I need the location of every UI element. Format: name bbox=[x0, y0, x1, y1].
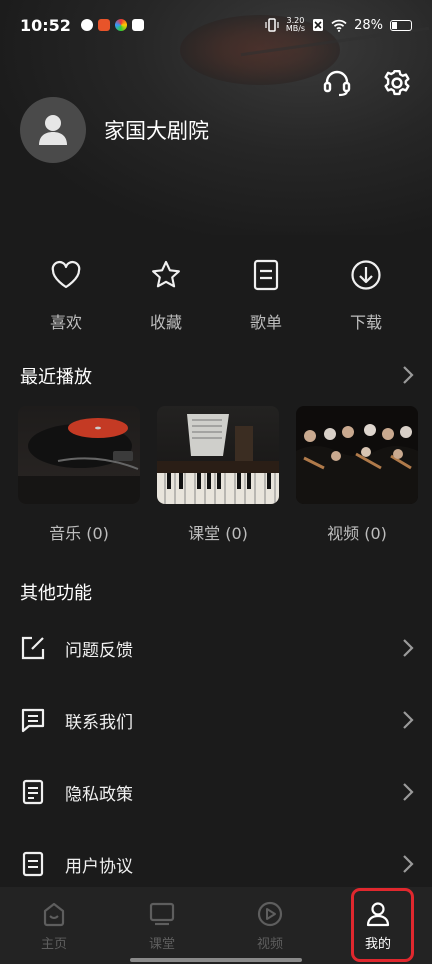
quick-action-like[interactable]: 喜欢 bbox=[16, 255, 116, 333]
menu-item-privacy[interactable]: 隐私政策 bbox=[0, 756, 432, 828]
app-notification-icon bbox=[97, 19, 110, 31]
app-notification-icon bbox=[80, 19, 93, 31]
message-notification-icon bbox=[131, 19, 144, 31]
recent-item-label: 视频 (0) bbox=[327, 524, 387, 543]
quick-action-playlist[interactable]: 歌单 bbox=[216, 255, 316, 333]
chevron-right-icon bbox=[403, 855, 414, 873]
headset-icon bbox=[323, 70, 351, 97]
play-icon bbox=[257, 901, 283, 927]
app-notification-icon bbox=[114, 19, 127, 31]
status-time: 10:52 bbox=[20, 15, 71, 35]
no-sim-icon bbox=[313, 19, 324, 31]
recent-item-label: 课堂 (0) bbox=[188, 524, 248, 543]
customer-service-button[interactable] bbox=[320, 66, 354, 100]
battery-percent: 28% bbox=[354, 17, 383, 33]
net-speed-unit: MB/s bbox=[285, 24, 306, 33]
user-profile[interactable]: 家国大剧院 bbox=[20, 97, 209, 163]
home-icon bbox=[43, 902, 65, 927]
recent-class-card[interactable]: 课堂 (0) bbox=[157, 406, 279, 544]
quick-action-download[interactable]: 下载 bbox=[316, 255, 416, 333]
tab-video[interactable]: 视频 bbox=[216, 887, 324, 964]
quick-actions: 喜欢 收藏 歌单 下载 bbox=[0, 255, 432, 333]
tab-label: 视频 bbox=[256, 937, 283, 952]
recent-music-card[interactable]: 音乐 (0) bbox=[18, 406, 140, 544]
orchestra-image bbox=[296, 424, 418, 504]
recent-list: 音乐 (0) 课堂 (0) 视频 (0) bbox=[18, 406, 418, 544]
battery-icon bbox=[390, 19, 412, 31]
settings-button[interactable] bbox=[380, 66, 414, 100]
chevron-right-icon bbox=[403, 639, 414, 657]
playlist-icon bbox=[253, 259, 279, 291]
feedback-icon bbox=[21, 636, 45, 660]
home-indicator[interactable] bbox=[130, 958, 302, 962]
status-bar: 10:52 3.20 MB/s 28% bbox=[0, 0, 432, 50]
quick-action-favorite[interactable]: 收藏 bbox=[116, 255, 216, 333]
recent-item-label: 音乐 (0) bbox=[49, 524, 109, 543]
document-icon bbox=[22, 779, 44, 805]
chevron-right-icon bbox=[403, 783, 414, 801]
chevron-right-icon[interactable] bbox=[402, 365, 414, 385]
other-section-title: 其他功能 bbox=[20, 583, 92, 604]
menu-item-label: 问题反馈 bbox=[65, 640, 133, 661]
menu-item-contact[interactable]: 联系我们 bbox=[0, 684, 432, 756]
piano-image bbox=[157, 414, 279, 504]
agreement-icon bbox=[22, 851, 44, 877]
tab-class[interactable]: 课堂 bbox=[108, 887, 216, 964]
avatar[interactable] bbox=[20, 97, 86, 163]
heart-icon bbox=[51, 260, 81, 289]
tab-label: 主页 bbox=[40, 937, 67, 952]
notification-icons bbox=[80, 19, 144, 31]
vibrate-icon bbox=[265, 18, 279, 32]
person-icon bbox=[39, 115, 67, 145]
menu-item-label: 隐私政策 bbox=[65, 784, 133, 805]
tv-icon bbox=[149, 902, 175, 926]
message-icon bbox=[21, 708, 45, 733]
tab-label: 课堂 bbox=[148, 937, 175, 952]
recent-video-card[interactable]: 视频 (0) bbox=[296, 406, 418, 544]
turntable-image bbox=[18, 418, 140, 504]
download-icon bbox=[351, 260, 381, 290]
star-icon bbox=[152, 260, 180, 288]
menu-item-label: 用户协议 bbox=[65, 856, 133, 877]
tab-home[interactable]: 主页 bbox=[0, 887, 108, 964]
menu-item-label: 联系我们 bbox=[65, 712, 133, 733]
quick-action-label: 歌单 bbox=[249, 313, 282, 332]
quick-action-label: 下载 bbox=[349, 313, 382, 332]
menu-item-feedback[interactable]: 问题反馈 bbox=[0, 612, 432, 684]
music-thumbnail bbox=[18, 406, 140, 504]
active-tab-highlight bbox=[351, 888, 414, 962]
quick-action-label: 喜欢 bbox=[49, 313, 82, 332]
chevron-right-icon bbox=[403, 711, 414, 729]
recent-section-title: 最近播放 bbox=[20, 367, 92, 388]
profile-name: 家国大剧院 bbox=[104, 119, 209, 143]
video-thumbnail bbox=[296, 406, 418, 504]
wifi-icon bbox=[331, 19, 347, 32]
class-thumbnail bbox=[157, 406, 279, 504]
gear-icon bbox=[384, 69, 410, 96]
quick-action-label: 收藏 bbox=[149, 313, 182, 332]
